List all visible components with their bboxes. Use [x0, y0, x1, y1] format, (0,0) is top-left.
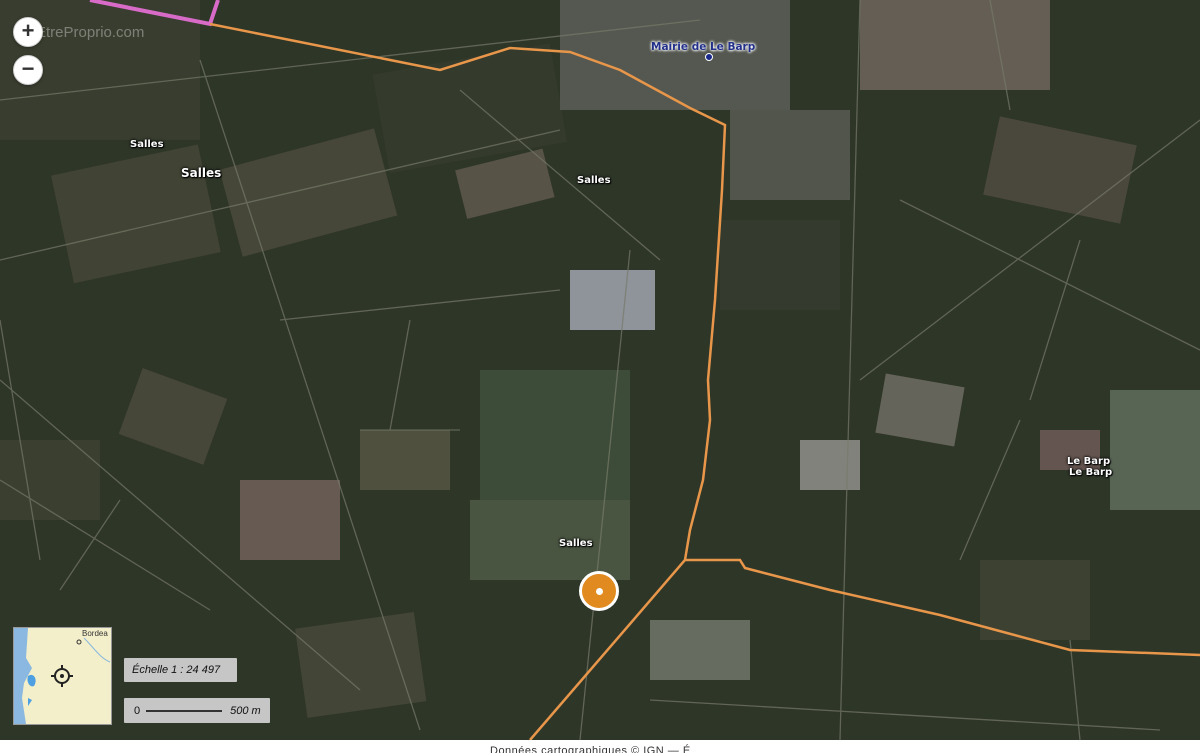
- scale-bar-line: [146, 709, 223, 712]
- scale-bar: 0 500 m: [124, 698, 270, 723]
- property-location-marker[interactable]: [579, 571, 619, 611]
- label-salles: Salles: [130, 139, 164, 150]
- zoom-in-button[interactable]: +: [13, 17, 43, 47]
- scale-zero: 0: [134, 704, 141, 717]
- map-attribution: Données cartographiques © IGN — É: [0, 740, 1200, 753]
- overview-minimap[interactable]: Bordea: [13, 627, 112, 725]
- satellite-map[interactable]: EtreProprio.com + − Mairie de Le Barp Sa…: [0, 0, 1200, 740]
- label-salles: Salles: [559, 538, 593, 549]
- scale-distance: 500 m: [230, 704, 261, 717]
- minimap-label: Bordea: [82, 629, 108, 638]
- label-le-barp: Le Barp: [1069, 467, 1113, 478]
- scale-ratio: Échelle 1 : 24 497: [124, 658, 237, 682]
- zoom-out-button[interactable]: −: [13, 55, 43, 85]
- attribution-text: Données cartographiques © IGN — É: [490, 745, 691, 753]
- watermark: EtreProprio.com: [36, 24, 145, 41]
- scale-ratio-text: Échelle 1 : 24 497: [132, 664, 221, 676]
- satellite-imagery: [0, 0, 1200, 740]
- marker-center-icon: [595, 587, 603, 595]
- label-salles: Salles: [181, 166, 222, 180]
- label-salles: Salles: [577, 175, 611, 186]
- minimap-drawing: [14, 628, 111, 724]
- label-mairie: Mairie de Le Barp: [651, 41, 756, 53]
- label-le-barp: Le Barp: [1067, 456, 1111, 467]
- mairie-pin-icon[interactable]: [705, 53, 713, 61]
